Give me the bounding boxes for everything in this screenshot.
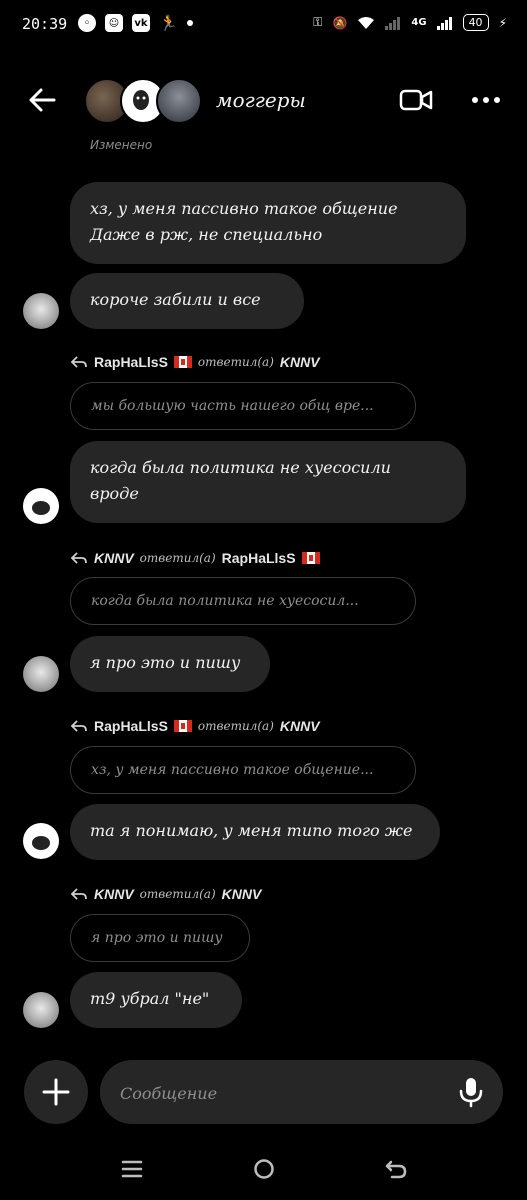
reply-verb: ответил(а) [197, 719, 274, 733]
reply-verb: ответил(а) [139, 551, 216, 565]
status-bar: 20:39 ◦ ☺ vk 🏃 ⚿ 🔕 4G 40 ⚡ [0, 0, 527, 52]
key-icon: ⚿ [313, 15, 323, 29]
video-call-icon[interactable] [399, 88, 433, 112]
canada-flag-icon [173, 720, 192, 732]
signal-icon [385, 16, 401, 30]
status-time: 20:39 [22, 15, 68, 33]
message-bubble[interactable]: короче забили и все [70, 273, 304, 329]
message-bubble[interactable]: хз, у меня пассивно такое общение Даже в… [70, 182, 466, 264]
mute-icon: 🔕 [332, 15, 348, 30]
more-options-icon[interactable] [470, 96, 502, 104]
plus-icon [42, 1078, 70, 1106]
canada-flag-icon [301, 552, 320, 564]
reply-arrow-icon [70, 552, 87, 564]
reply-from: RapHaLlsS [94, 354, 168, 370]
back-icon[interactable] [381, 1154, 411, 1184]
add-attachment-button[interactable] [24, 1060, 88, 1124]
more-notifications-dot [186, 20, 193, 26]
message-bubble[interactable]: та я понимаю, у меня типо того же [70, 804, 440, 860]
battery-indicator: 40 [462, 14, 489, 31]
chat-header: моггеры [0, 70, 527, 130]
reply-to: KNNV [221, 886, 262, 902]
signal-icon-2 [436, 16, 452, 30]
edited-label: Изменено [90, 138, 153, 152]
sender-avatar[interactable] [23, 656, 59, 692]
recent-apps-icon[interactable] [117, 1154, 147, 1184]
reply-arrow-icon [70, 888, 87, 900]
reply-to: KNNV [279, 718, 320, 734]
quoted-message[interactable]: когда была политика не хуесосил... [70, 577, 416, 625]
reply-to: KNNV [279, 354, 320, 370]
reply-verb: ответил(а) [139, 887, 216, 901]
charging-icon: ⚡ [498, 15, 507, 30]
group-avatars[interactable] [84, 78, 202, 124]
canada-flag-icon [173, 356, 192, 368]
back-arrow-icon[interactable] [26, 84, 58, 116]
quoted-message[interactable]: я про это и пишу [70, 914, 250, 962]
app-notification-icon: ☺ [105, 14, 123, 32]
sender-avatar[interactable] [23, 293, 59, 329]
system-icons: ⚿ 🔕 4G 40 ⚡ [313, 14, 507, 31]
reply-header: KNNV ответил(а) KNNV [70, 886, 261, 902]
reply-arrow-icon [70, 720, 87, 732]
reply-from: KNNV [94, 886, 134, 902]
chat-notification-icon: ◦ [78, 14, 96, 32]
quoted-message[interactable]: мы большую часть нашего общ вре... [70, 382, 416, 430]
reply-from: RapHaLlsS [94, 718, 168, 734]
reply-to: RapHaLlsS [221, 550, 296, 566]
message-composer [100, 1060, 503, 1126]
quoted-message[interactable]: хз, у меня пассивно такое общение... [70, 746, 416, 794]
reply-header: RapHaLlsS ответил(а) KNNV [70, 354, 320, 370]
message-bubble[interactable]: я про это и пишу [70, 636, 270, 692]
reply-arrow-icon [70, 356, 87, 368]
wifi-icon [358, 16, 375, 29]
message-input[interactable] [118, 1060, 442, 1126]
message-bubble[interactable]: т9 убрал "не" [70, 972, 242, 1028]
network-type: 4G [411, 17, 427, 28]
avatar [156, 78, 202, 124]
reply-from: KNNV [94, 550, 134, 566]
vk-notification-icon: vk [132, 14, 150, 32]
message-bubble[interactable]: когда была политика не хуесосили вроде [70, 441, 466, 523]
activity-notification-icon: 🏃 [159, 14, 178, 32]
sender-avatar[interactable] [23, 488, 59, 524]
reply-header: RapHaLlsS ответил(а) KNNV [70, 718, 320, 734]
microphone-icon[interactable] [457, 1076, 485, 1108]
chat-title[interactable]: моггеры [216, 88, 306, 112]
system-navigation-bar [0, 1140, 527, 1200]
sender-avatar[interactable] [23, 992, 59, 1028]
reply-header: KNNV ответил(а) RapHaLlsS [70, 550, 320, 566]
notification-icons: ◦ ☺ vk 🏃 [78, 14, 193, 32]
sender-avatar[interactable] [23, 823, 59, 859]
home-icon[interactable] [249, 1154, 279, 1184]
reply-verb: ответил(а) [197, 355, 274, 369]
